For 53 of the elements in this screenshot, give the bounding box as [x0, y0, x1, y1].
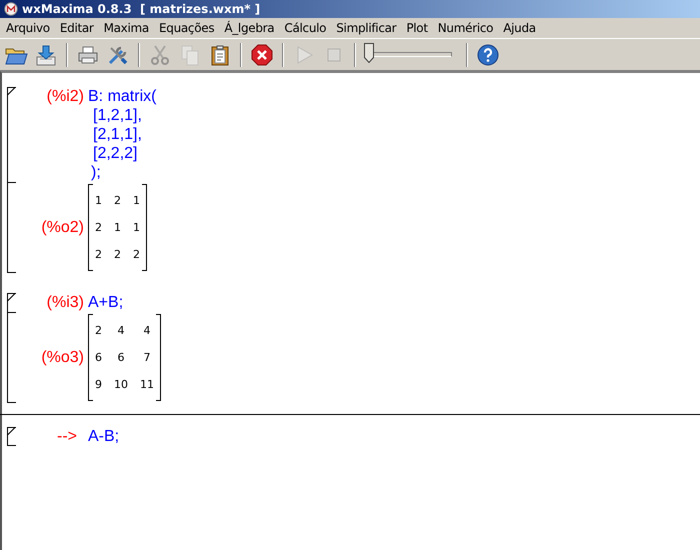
menu-item[interactable]: Ajuda [498, 21, 541, 35]
menu-item[interactable]: Simplificar [331, 21, 402, 35]
matrix-entry: 11 [140, 377, 154, 393]
slider-thumb[interactable] [364, 43, 374, 63]
matrix-entry: 9 [95, 377, 102, 393]
matrix-entry: 2 [114, 193, 121, 209]
window-title: wxMaxima 0.8.3 [ matrizes.wxm* ] [22, 2, 260, 16]
fold-triangle-icon[interactable] [7, 87, 16, 96]
input-prompt: --> [56, 427, 78, 446]
fold-triangle-icon[interactable] [7, 427, 16, 436]
save-icon [34, 42, 58, 66]
fold-triangle-icon[interactable] [7, 293, 16, 302]
code-line[interactable]: A+B; [88, 293, 700, 312]
input-label: (%i3) [46, 293, 84, 312]
code-line[interactable]: [2,2,2] [88, 144, 700, 163]
stop-icon [250, 42, 274, 66]
output-label: (%o2) [40, 218, 84, 237]
menu-item[interactable]: Editar [54, 21, 99, 35]
menu-item[interactable]: Equações [154, 21, 220, 35]
matrix-entry: 2 [133, 247, 140, 263]
menu-item[interactable]: Maxima [98, 21, 154, 35]
code-line[interactable]: [2,1,1], [88, 125, 700, 144]
matrix-entry: 1 [133, 193, 140, 209]
input-label: (%i2) [46, 87, 84, 106]
menu-item[interactable]: Numérico [432, 21, 498, 35]
output-label: (%o3) [40, 348, 84, 367]
cell-bracket[interactable] [7, 293, 16, 403]
matrix-entry: 1 [133, 220, 140, 236]
matrix-entry: 2 [114, 247, 121, 263]
code-line[interactable]: ); [88, 163, 700, 182]
matrix-entry: 2 [95, 220, 102, 236]
code-line[interactable]: B: matrix( [88, 87, 700, 106]
matrix-entry: 7 [142, 350, 152, 366]
app-logo-icon [4, 2, 18, 16]
matrix-entry: 10 [114, 377, 128, 393]
matrix-entry: 1 [114, 220, 121, 236]
matrix-entry: 6 [116, 350, 126, 366]
menu-item[interactable]: Plot [401, 21, 433, 35]
scissors-icon [148, 42, 172, 66]
menu-item[interactable]: Arquivo [1, 21, 55, 35]
matrix-entry: 6 [95, 350, 102, 366]
matrix-entry: 4 [142, 323, 152, 339]
matrix-entry: 2 [95, 323, 102, 339]
help-icon [476, 42, 500, 66]
code-line[interactable]: A-B; [88, 427, 700, 446]
matrix-entry: 1 [95, 193, 102, 209]
cell-bracket[interactable] [7, 87, 16, 273]
menu-item[interactable]: Á_lgebra [219, 21, 280, 35]
code-line[interactable]: [1,2,1], [88, 106, 700, 125]
matrix-entry: 4 [116, 323, 126, 339]
cell-bracket[interactable] [7, 427, 16, 446]
menu-item[interactable]: Cálculo [279, 21, 332, 35]
matrix-entry: 2 [95, 247, 102, 263]
